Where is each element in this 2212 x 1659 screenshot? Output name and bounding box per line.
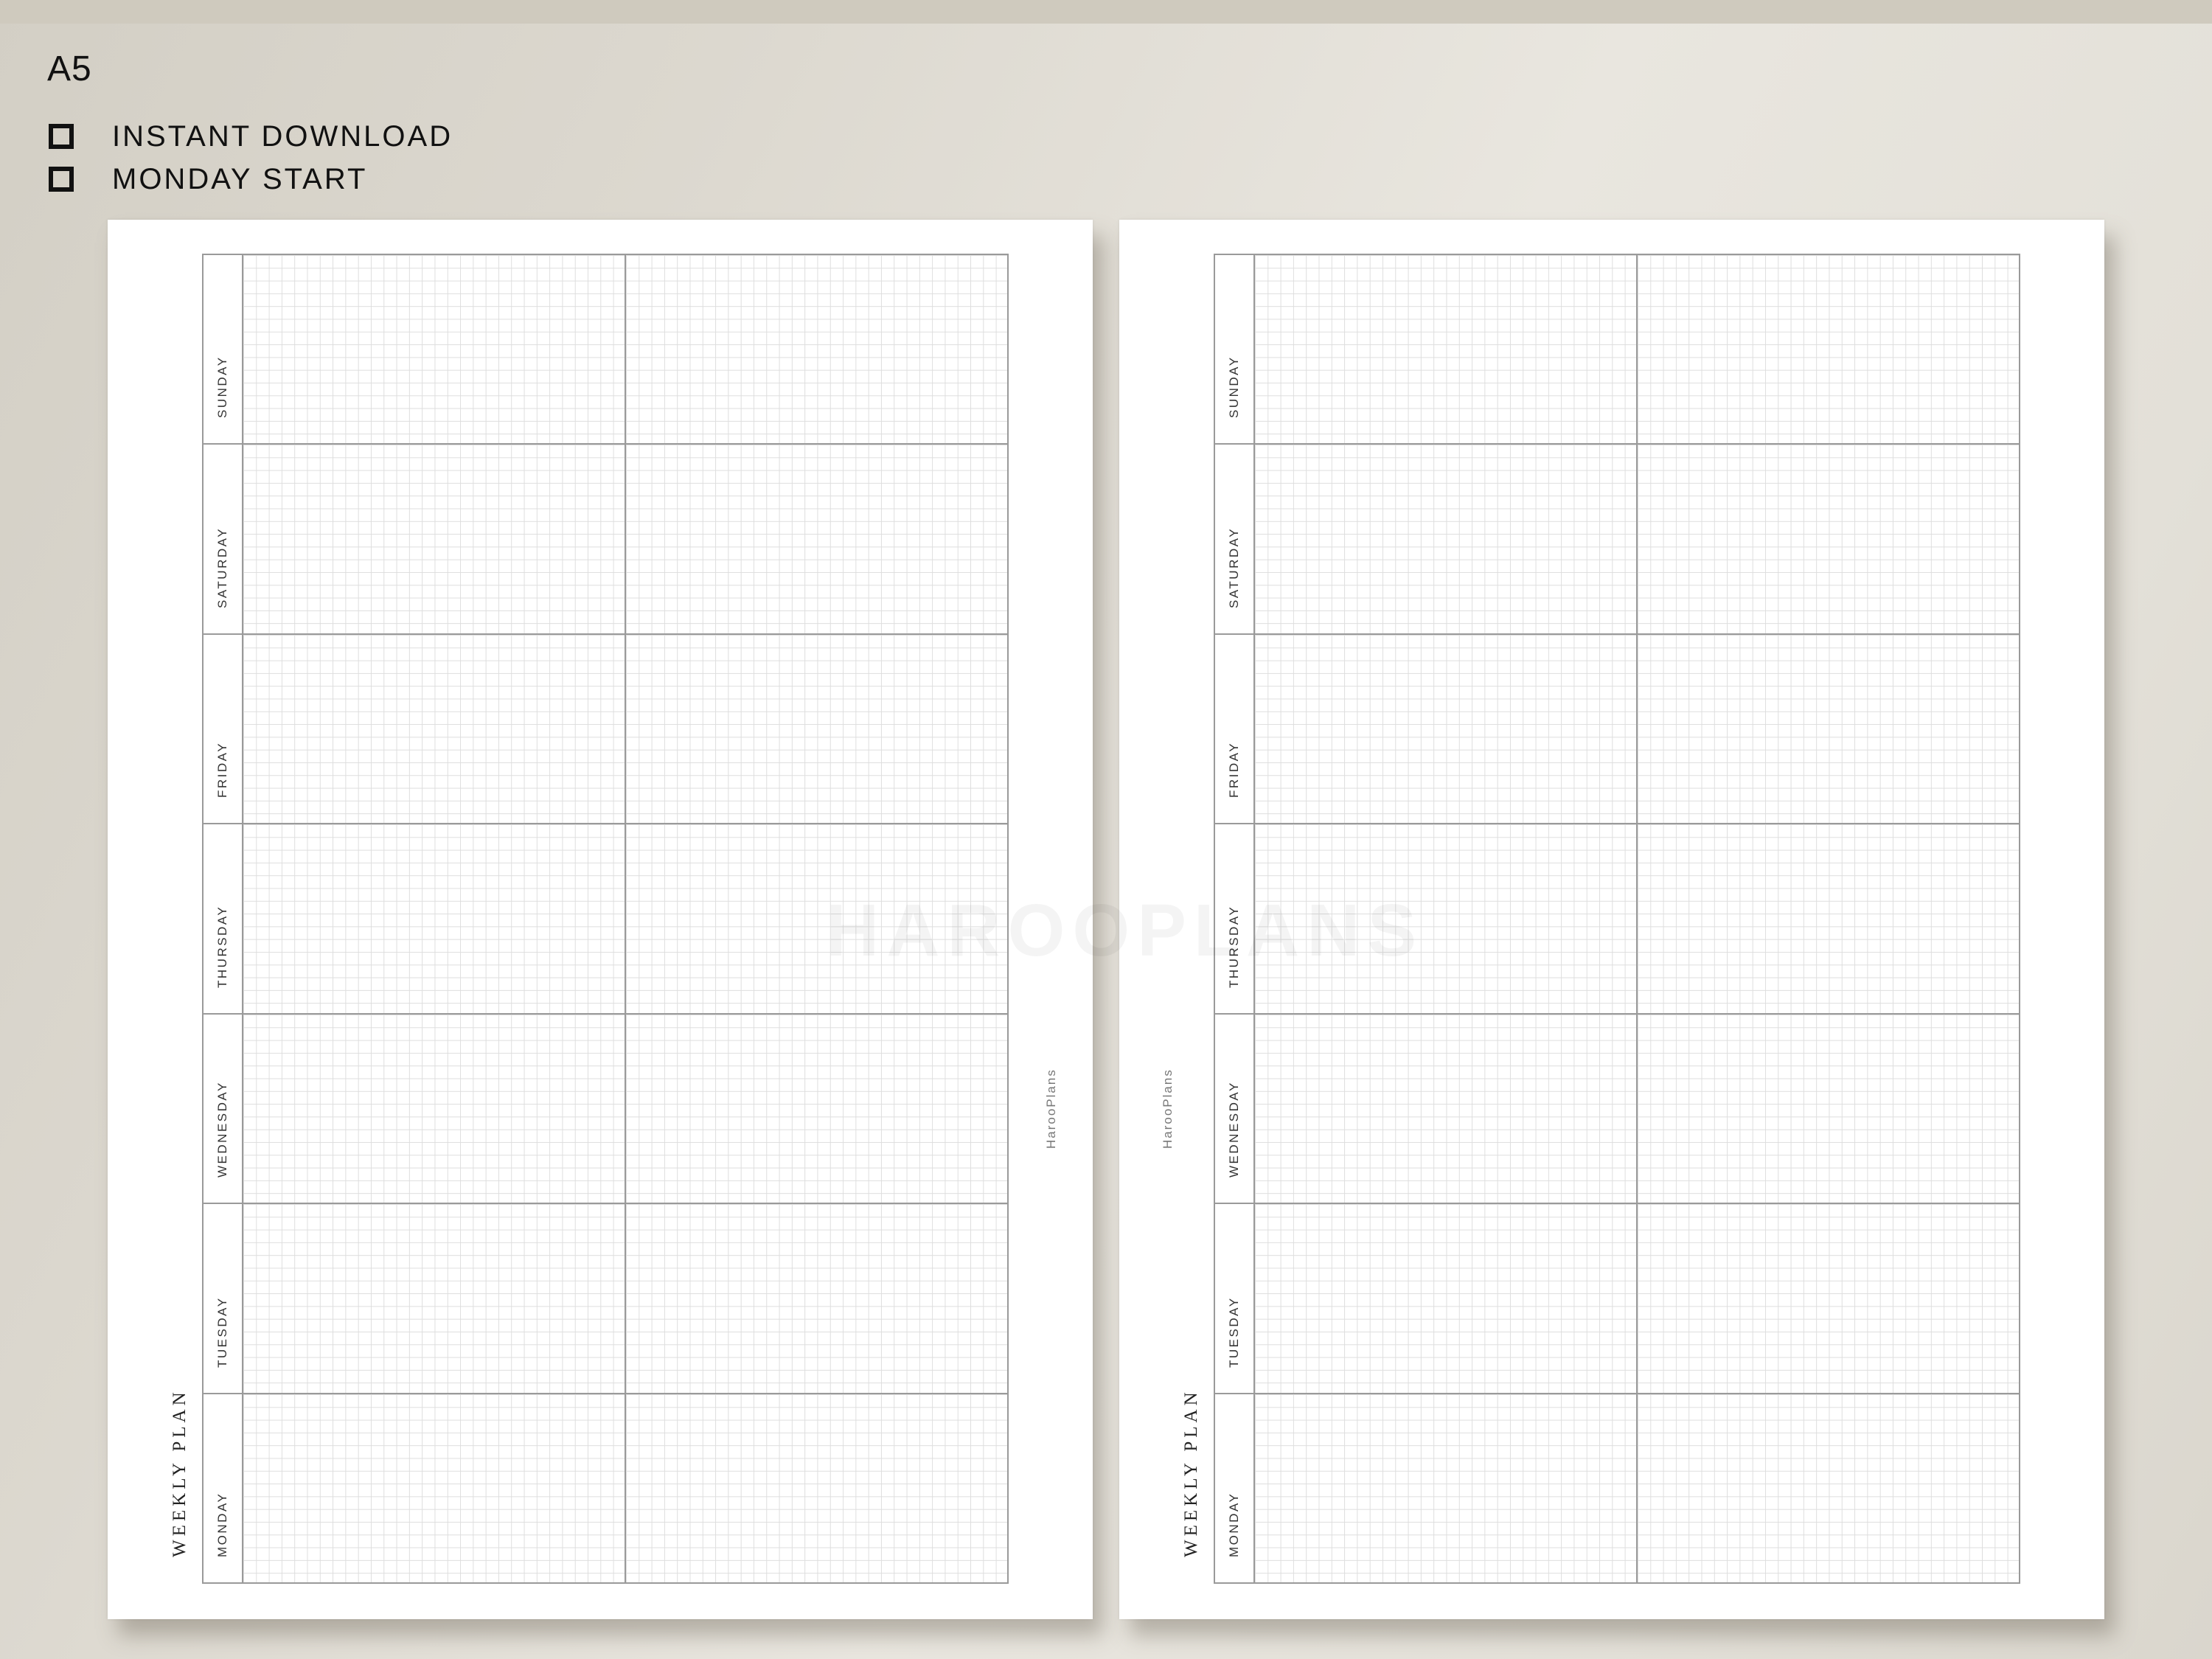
note-cell: [243, 1204, 625, 1393]
day-label: MONDAY: [215, 1492, 229, 1557]
day-row-monday: MONDAY: [204, 1392, 1007, 1582]
day-row-monday: MONDAY: [1215, 1392, 2019, 1582]
day-row-saturday: SATURDAY: [1215, 443, 2019, 633]
day-label-column: MONDAY: [204, 1394, 243, 1582]
day-label: WEDNESDAY: [1227, 1081, 1241, 1178]
note-cell: [243, 634, 625, 824]
note-cell: [243, 445, 625, 633]
note-cell: [625, 445, 1007, 633]
note-cell: [243, 1014, 625, 1203]
day-label: SATURDAY: [215, 526, 229, 608]
feature-instant-download: INSTANT DOWNLOAD: [49, 118, 453, 155]
note-cell: [1255, 1204, 1636, 1393]
day-label-column: MONDAY: [1215, 1394, 1255, 1582]
day-row-friday: FRIDAY: [1215, 633, 2019, 824]
top-band: [0, 0, 2212, 24]
day-label-column: SATURDAY: [1215, 445, 1255, 633]
day-label: THURSDAY: [215, 905, 229, 988]
note-cell: [1636, 255, 2019, 444]
day-row-saturday: SATURDAY: [204, 443, 1007, 633]
note-cell: [1255, 634, 1636, 824]
brand-label: HarooPlans: [1044, 1068, 1058, 1149]
day-label-column: FRIDAY: [1215, 634, 1255, 824]
day-label-column: TUESDAY: [204, 1204, 243, 1393]
note-cell: [1636, 1394, 2019, 1582]
note-cell: [243, 255, 625, 444]
day-label: TUESDAY: [215, 1295, 229, 1368]
size-label: A5: [47, 49, 92, 88]
feature-label: MONDAY START: [112, 162, 368, 195]
note-cell: [1636, 824, 2019, 1013]
day-row-wednesday: WEDNESDAY: [1215, 1012, 2019, 1203]
square-outline-icon: [49, 167, 74, 192]
page-title: WEEKLY PLAN: [170, 1388, 189, 1557]
note-cell: [625, 1394, 1007, 1582]
day-label-column: WEDNESDAY: [1215, 1014, 1255, 1203]
note-cell: [1255, 445, 1636, 633]
day-label-column: FRIDAY: [204, 634, 243, 824]
note-cell: [1255, 1394, 1636, 1582]
day-label: MONDAY: [1227, 1492, 1241, 1557]
note-cell: [1255, 255, 1636, 444]
day-label: FRIDAY: [1227, 742, 1241, 799]
square-outline-icon: [49, 124, 74, 149]
note-cell: [625, 634, 1007, 824]
note-cell: [625, 1204, 1007, 1393]
day-label: SATURDAY: [1227, 526, 1241, 608]
feature-monday-start: MONDAY START: [49, 161, 367, 198]
day-row-wednesday: WEDNESDAY: [204, 1012, 1007, 1203]
day-row-tuesday: TUESDAY: [204, 1203, 1007, 1393]
page-title: WEEKLY PLAN: [1181, 1388, 1201, 1557]
note-cell: [1255, 1014, 1636, 1203]
note-cell: [243, 824, 625, 1013]
day-row-sunday: SUNDAY: [204, 255, 1007, 444]
day-label: FRIDAY: [215, 742, 229, 799]
note-cell: [625, 255, 1007, 444]
brand-label: HarooPlans: [1161, 1068, 1175, 1149]
note-cell: [1636, 634, 2019, 824]
note-cell: [625, 1014, 1007, 1203]
note-cell: [1636, 1204, 2019, 1393]
day-label: TUESDAY: [1227, 1295, 1241, 1368]
day-label-column: SUNDAY: [204, 255, 243, 444]
day-label: SUNDAY: [1227, 355, 1241, 419]
day-row-friday: FRIDAY: [204, 633, 1007, 824]
day-label: SUNDAY: [215, 355, 229, 419]
watermark: HAROOPLANS: [826, 888, 1424, 973]
day-label-column: WEDNESDAY: [204, 1014, 243, 1203]
day-row-sunday: SUNDAY: [1215, 255, 2019, 444]
note-cell: [1636, 445, 2019, 633]
day-label: WEDNESDAY: [215, 1081, 229, 1178]
day-row-tuesday: TUESDAY: [1215, 1203, 2019, 1393]
day-label-column: SUNDAY: [1215, 255, 1255, 444]
day-label-column: SATURDAY: [204, 445, 243, 633]
day-label-column: THURSDAY: [204, 824, 243, 1013]
feature-label: INSTANT DOWNLOAD: [112, 119, 453, 153]
day-label-column: TUESDAY: [1215, 1204, 1255, 1393]
note-cell: [1636, 1014, 2019, 1203]
note-cell: [243, 1394, 625, 1582]
